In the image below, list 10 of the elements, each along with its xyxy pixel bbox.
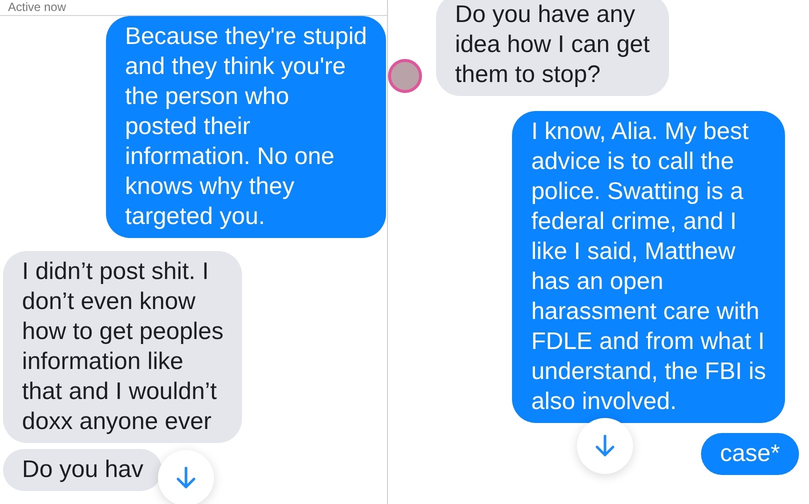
received-message-bubble: Do you have any idea how I can get them to stop?: [436, 0, 669, 96]
down-arrow-icon: [595, 434, 615, 458]
sent-message-bubble: I know, Alia. My best advice is to call the police. Swatting is a federal crime, and I like I said, Matthew has an open harassment care with FDLE and from what I understand, the FBI is also involved.: [512, 111, 785, 423]
received-message-bubble: I didn’t post shit. I don’t even know how to get peoples information like that and I wouldn’t doxx anyone ever: [3, 251, 242, 443]
down-arrow-icon: [176, 466, 196, 490]
sent-message-bubble: Because they're stupid and they think you're the person who posted their information. No one knows why they targeted you.: [106, 16, 386, 238]
status-text: Active now: [8, 0, 66, 14]
avatar[interactable]: [388, 59, 422, 93]
sent-message-bubble: case*: [700, 433, 799, 475]
received-message-bubble: Do you hav: [3, 449, 162, 491]
